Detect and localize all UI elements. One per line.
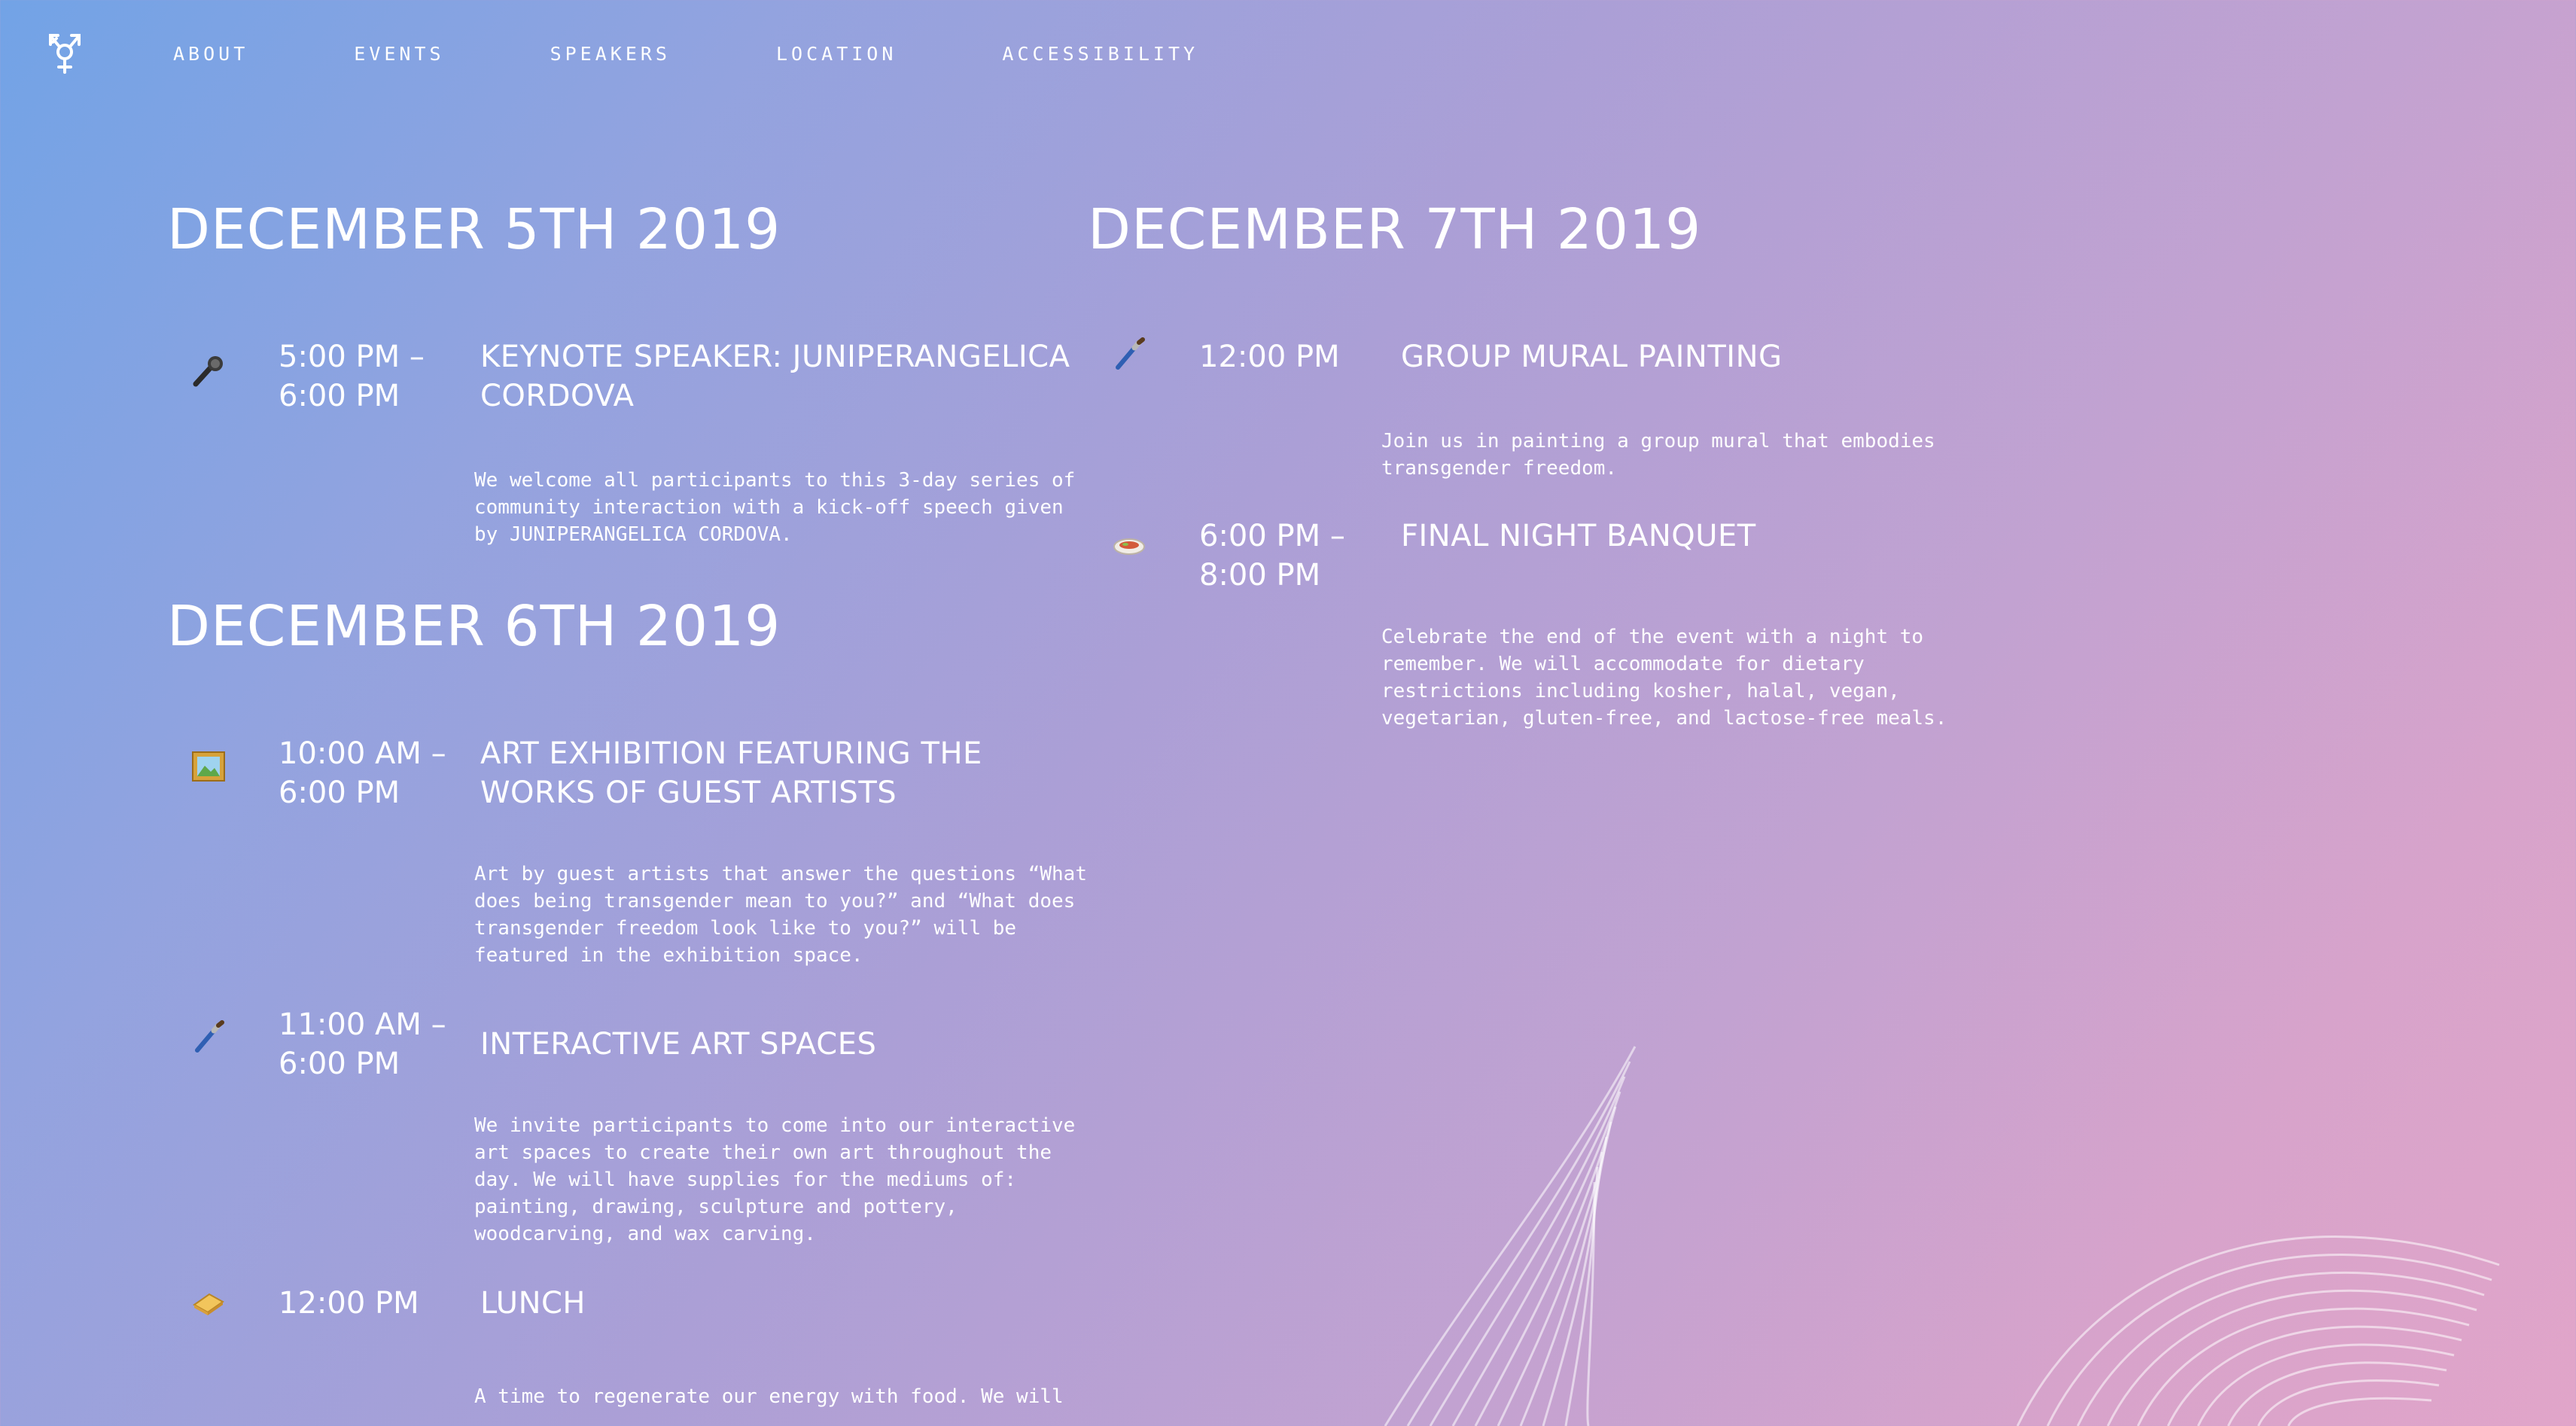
event-description: A time to regenerate our energy with foo… [474,1385,1064,1408]
event-time: 12:00 PM [1199,340,1340,374]
framed-picture-icon [191,749,226,790]
event-item: 10:00 AM – 6:00 PM ART EXHIBITION FEATUR… [167,734,1087,975]
sandwich-icon [191,1288,226,1324]
event-time: 5:00 PM – 6:00 PM [279,340,425,413]
day-section-dec-6: DECEMBER 6TH 2019 10:00 AM – 6:00 PM ART… [167,594,1087,1426]
day-heading: DECEMBER 7TH 2019 [1088,197,1702,262]
nav-link-speakers[interactable]: SPEAKERS [550,44,671,63]
nav-link-location[interactable]: LOCATION [776,44,897,63]
event-description: Join us in painting a group mural that e… [1381,430,1935,480]
event-title: KEYNOTE SPEAKER: JUNIPERANGELICA CORDOVA [480,340,1070,413]
event-description: Celebrate the end of the event with a ni… [1381,626,1947,730]
event-title: INTERACTIVE ART SPACES [480,1027,877,1062]
event-description: We invite participants to come into our … [474,1114,1076,1245]
event-description: We welcome all participants to this 3-da… [474,469,1076,546]
event-time: 11:00 AM – 6:00 PM [279,1007,446,1081]
nav-link-accessibility[interactable]: ACCESSIBILITY [1002,44,1198,63]
paintbrush-icon [191,1020,226,1061]
top-navigation: ABOUT EVENTS SPEAKERS LOCATION ACCESSIBI… [47,27,1304,80]
microphone-icon [191,354,226,395]
event-time: 10:00 AM – 6:00 PM [279,736,446,810]
event-time: 6:00 PM – 8:00 PM [1199,519,1345,593]
event-time: 12:00 PM [279,1286,419,1321]
day-heading: DECEMBER 6TH 2019 [167,594,781,659]
event-title: FINAL NIGHT BANQUET [1401,519,1756,553]
event-title: ART EXHIBITION FEATURING THE WORKS OF GU… [480,736,982,810]
event-item: 12:00 PM GROUP MURAL PAINTING Join us in… [1088,337,1991,510]
event-item: 6:00 PM – 8:00 PM FINAL NIGHT BANQUET Ce… [1088,516,1991,765]
day-heading: DECEMBER 5TH 2019 [167,197,781,262]
event-item: 11:00 AM – 6:00 PM INTERACTIVE ART SPACE… [167,1005,1075,1261]
pot-of-food-icon [1112,533,1146,566]
event-title: LUNCH [480,1286,586,1321]
paintbrush-icon [1112,337,1146,378]
nav-link-events[interactable]: EVENTS [354,44,444,63]
event-item: 12:00 PM LUNCH A time to regenerate our … [167,1284,1070,1426]
day-section-dec-7: DECEMBER 7TH 2019 12:00 PM GROUP MURAL P… [1088,202,1999,774]
day-section-dec-5: DECEMBER 5TH 2019 5:00 PM – 6:00 PM KEYN… [167,202,1078,548]
event-item: 5:00 PM – 6:00 PM KEYNOTE SPEAKER: JUNIP… [167,337,1075,548]
transgender-symbol-icon[interactable] [47,32,83,75]
event-description: Art by guest artists that answer the que… [474,863,1087,967]
nav-link-about[interactable]: ABOUT [173,44,248,63]
event-title: GROUP MURAL PAINTING [1401,340,1783,374]
